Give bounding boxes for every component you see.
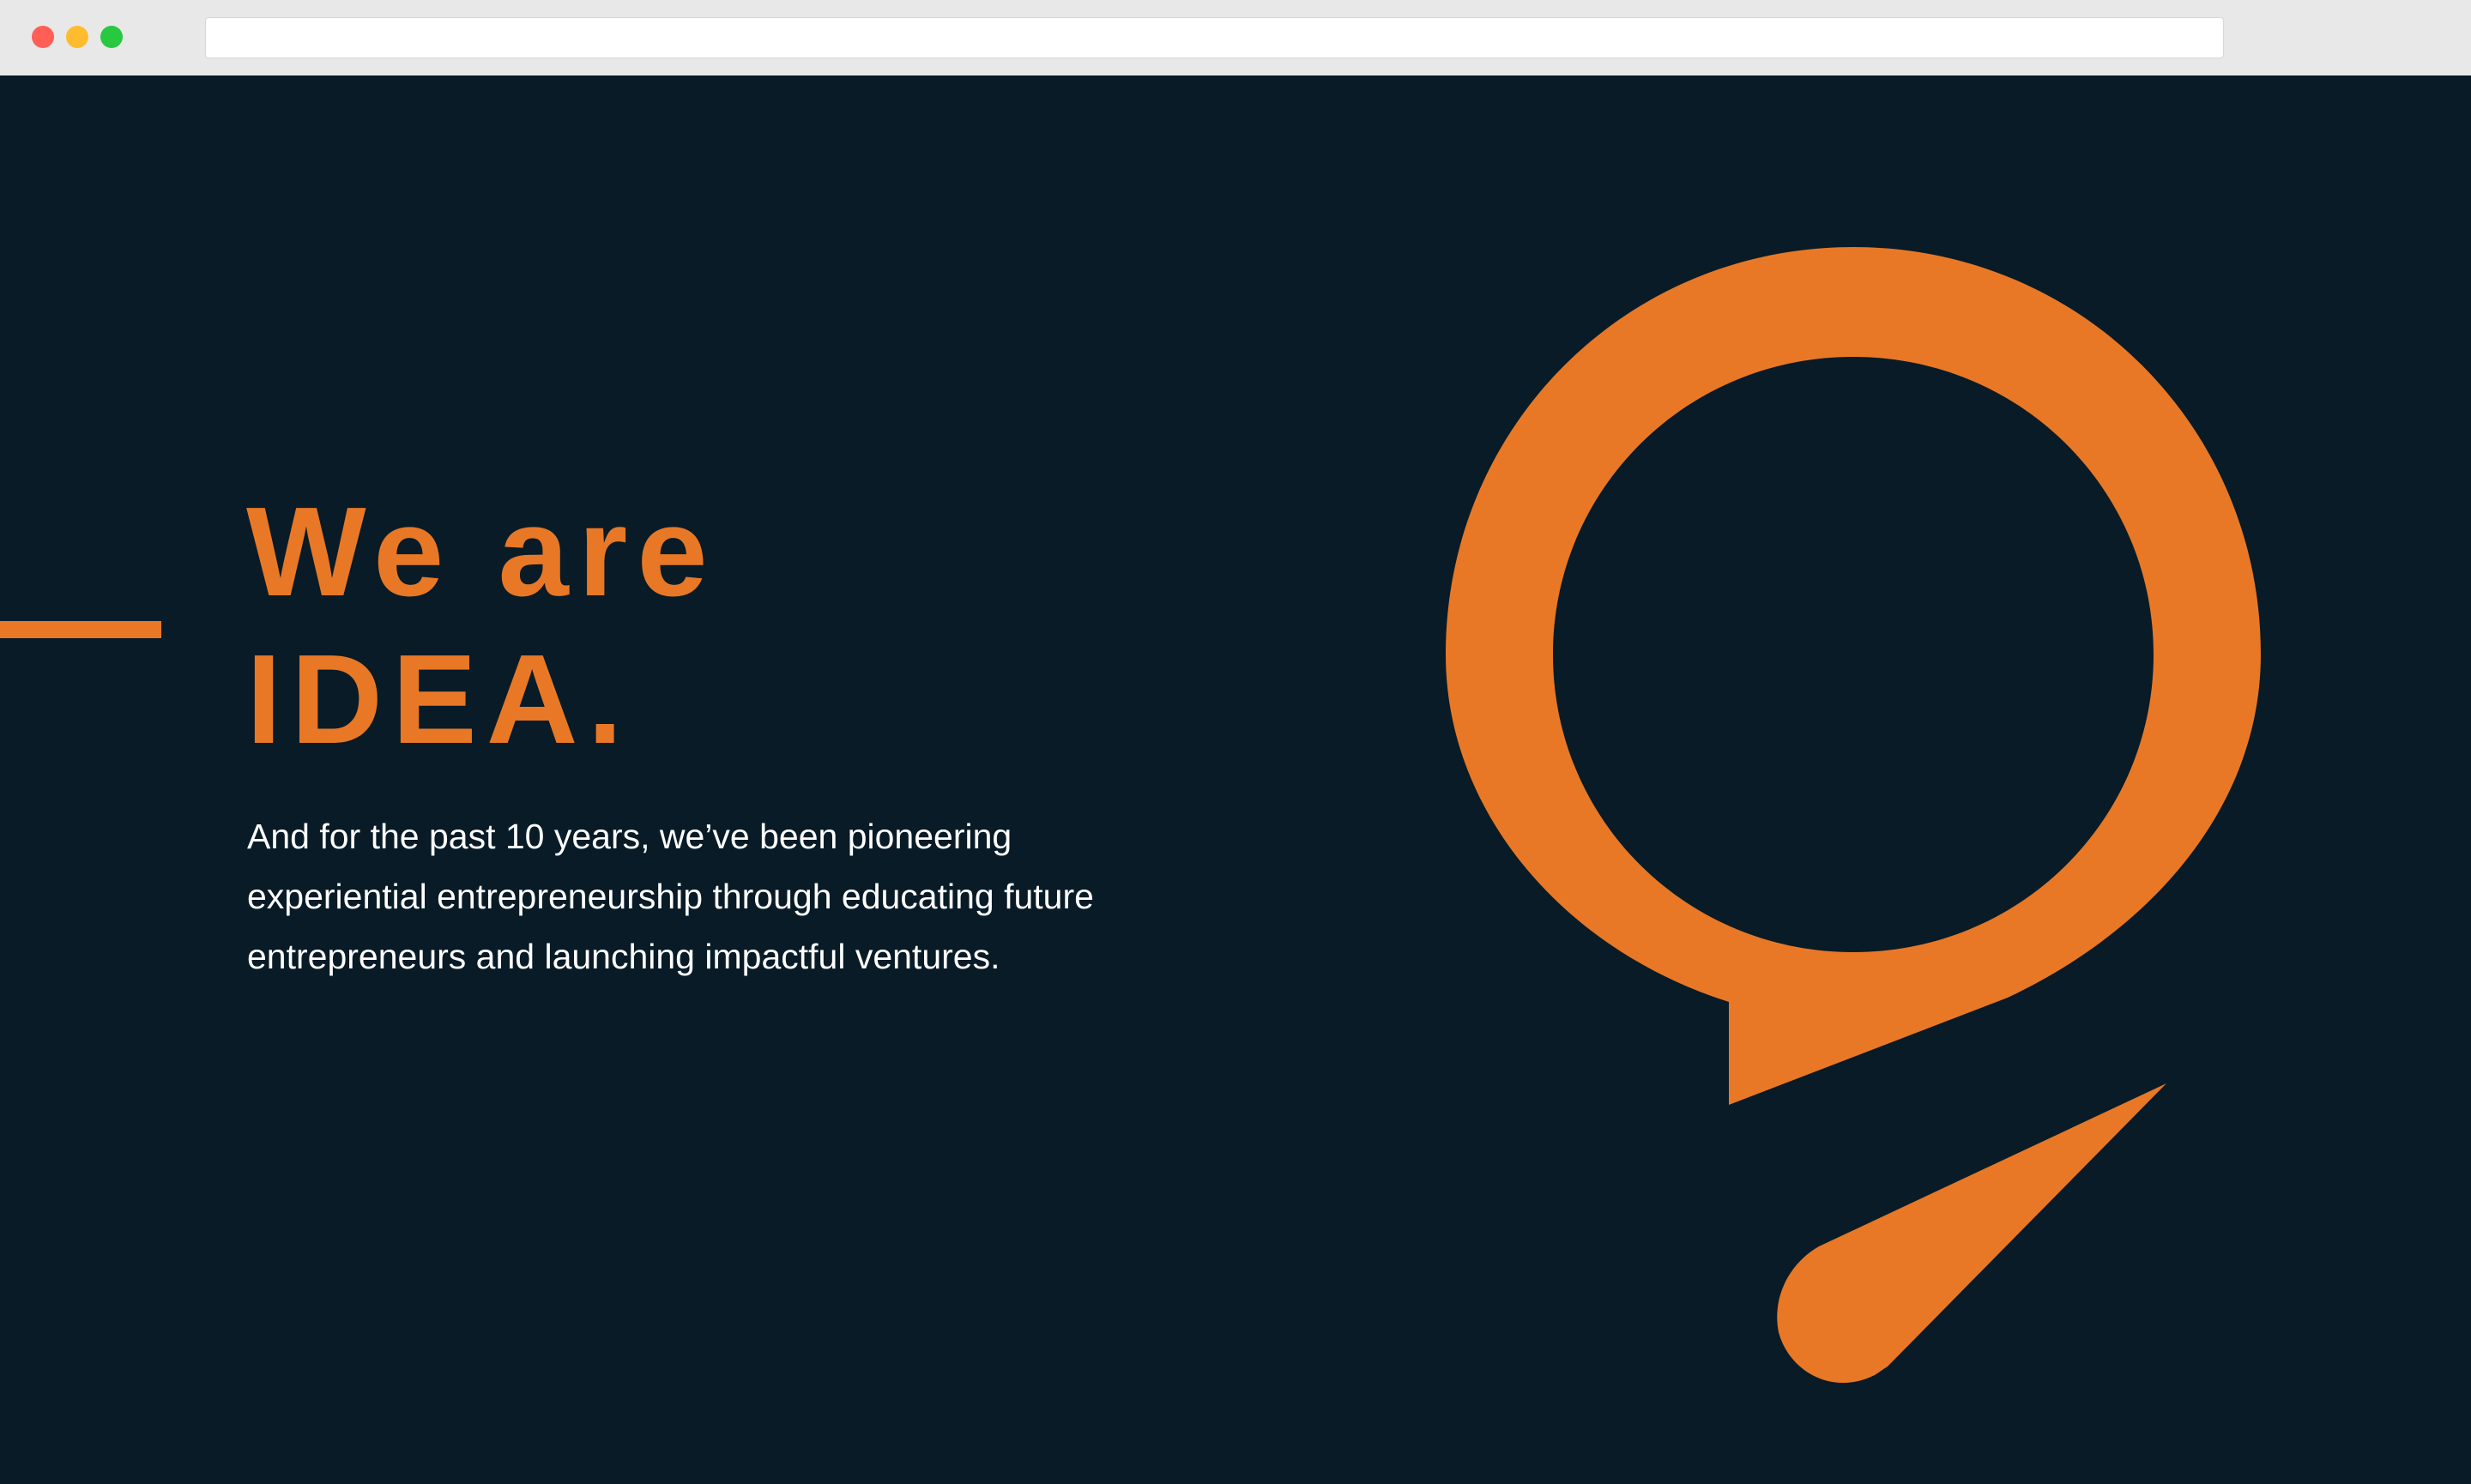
hero-headline: We are IDEA.: [246, 479, 717, 774]
logo-comet-tail: [1777, 1083, 2166, 1384]
window-maximize-button[interactable]: [100, 26, 123, 48]
window-close-button[interactable]: [32, 26, 54, 48]
hero-intro-text: And for the past 10 years, we’ve been pi…: [247, 817, 1094, 976]
window-minimize-button[interactable]: [66, 26, 88, 48]
idea-speech-bubble-logo-icon: [1446, 247, 2261, 1384]
logo-speech-bubble: [1446, 247, 2261, 1105]
hero-headline-line-2: IDEA.: [246, 629, 632, 770]
address-bar[interactable]: [205, 17, 2224, 58]
hero-section: We are IDEA. And for the past 10 years, …: [0, 75, 2471, 1484]
browser-chrome: [0, 0, 2471, 75]
accent-line: [0, 621, 161, 638]
hero-headline-line-1: We are: [246, 481, 717, 623]
